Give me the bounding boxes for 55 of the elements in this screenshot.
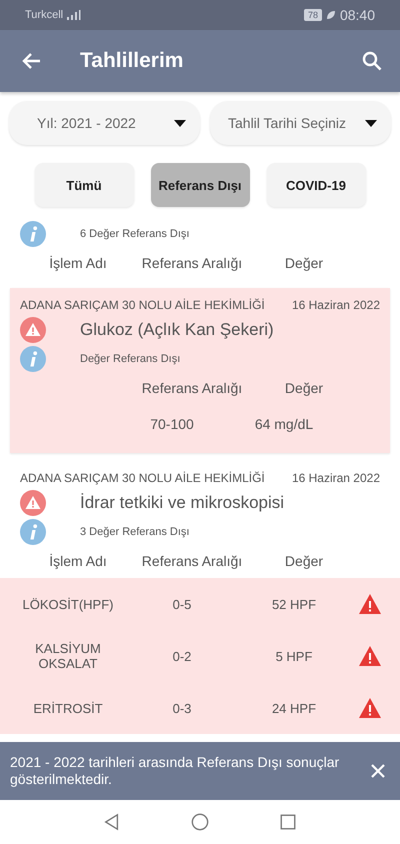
info-text: 6 Değer Referans Dışı	[80, 228, 190, 240]
caret-icon	[365, 120, 377, 126]
table-cell-text: 52 HPF	[270, 596, 318, 612]
info-icon	[20, 518, 46, 544]
table-cell-text: 64 mg/dL	[254, 416, 314, 432]
column-header: Referans Aralığı	[140, 380, 244, 396]
warning-icon	[20, 490, 46, 516]
filter-tab[interactable]: COVID-19	[266, 163, 366, 207]
column-header: İşlem Adı	[48, 552, 108, 568]
result-date: 16 Haziran 2022	[292, 298, 380, 312]
caret-icon	[174, 120, 186, 126]
snackbar-message: 2021 - 2022 tarihleri arasında Referans Dışı sonuçlar gösterilmektedir.	[10, 754, 340, 788]
table-cell-text: 24 HPF	[270, 700, 318, 716]
table-cell-text: 5 HPF	[274, 648, 314, 664]
square-icon[interactable]	[279, 813, 297, 831]
leaf-icon	[326, 10, 336, 20]
table-cell-text: 0-5	[172, 596, 192, 612]
filter-tab[interactable]: Tümü	[34, 163, 134, 207]
column-header: İşlem Adı	[48, 254, 108, 270]
carrier-name: Turkcell	[25, 9, 64, 21]
table-cell-text: 0-2	[172, 648, 192, 664]
info-icon	[20, 220, 46, 246]
info-text: 3 Değer Referans Dışı	[80, 526, 190, 538]
column-header: Referans Aralığı	[140, 254, 244, 270]
screen-title: Tahlillerim	[80, 49, 184, 73]
column-header: Değer	[284, 254, 324, 270]
column-header: Değer	[284, 380, 324, 396]
clinic-name: ADANA SARIÇAM 30 NOLU AİLE HEKİMLİĞİ	[20, 298, 265, 312]
result-date: 16 Haziran 2022	[292, 471, 380, 485]
dropdown[interactable]: Yıl: 2021 - 2022	[9, 101, 200, 145]
clinic-name: ADANA SARIÇAM 30 NOLU AİLE HEKİMLİĞİ	[20, 471, 265, 485]
table-cell-text: 70-100	[149, 416, 195, 432]
clock-time: 08:40	[340, 7, 375, 23]
warning-icon	[20, 316, 46, 342]
close-icon[interactable]	[370, 763, 386, 779]
filter-tab[interactable]: Referans Dışı	[150, 163, 250, 207]
home-circle-icon[interactable]	[191, 813, 209, 831]
column-header: Değer	[284, 552, 324, 568]
search-icon[interactable]	[362, 51, 382, 71]
info-text: Değer Referans Dışı	[80, 352, 180, 364]
table-cell-text: LÖKOSİT(HPF)	[21, 596, 114, 612]
back-triangle-icon[interactable]	[103, 813, 121, 831]
battery-level: 78	[304, 9, 322, 21]
back-arrow-icon[interactable]	[22, 51, 42, 71]
signal-icon	[67, 10, 82, 20]
table-cell-text: KALSİYUM OKSALAT	[34, 641, 102, 671]
test-name: Glukoz (Açlık Kan Şekeri)	[80, 320, 274, 340]
dropdown[interactable]: Tahlil Tarihi Seçiniz	[210, 101, 391, 145]
column-header: Referans Aralığı	[140, 552, 244, 568]
dropdown-label: Tahlil Tarihi Seçiniz	[228, 115, 346, 131]
test-name: İdrar tetkiki ve mikroskopisi	[80, 492, 284, 512]
info-icon	[20, 346, 46, 372]
dropdown-label: Yıl: 2021 - 2022	[37, 115, 136, 131]
table-cell-text: 0-3	[172, 700, 192, 716]
table-cell-text: ERİTROSİT	[32, 700, 104, 716]
